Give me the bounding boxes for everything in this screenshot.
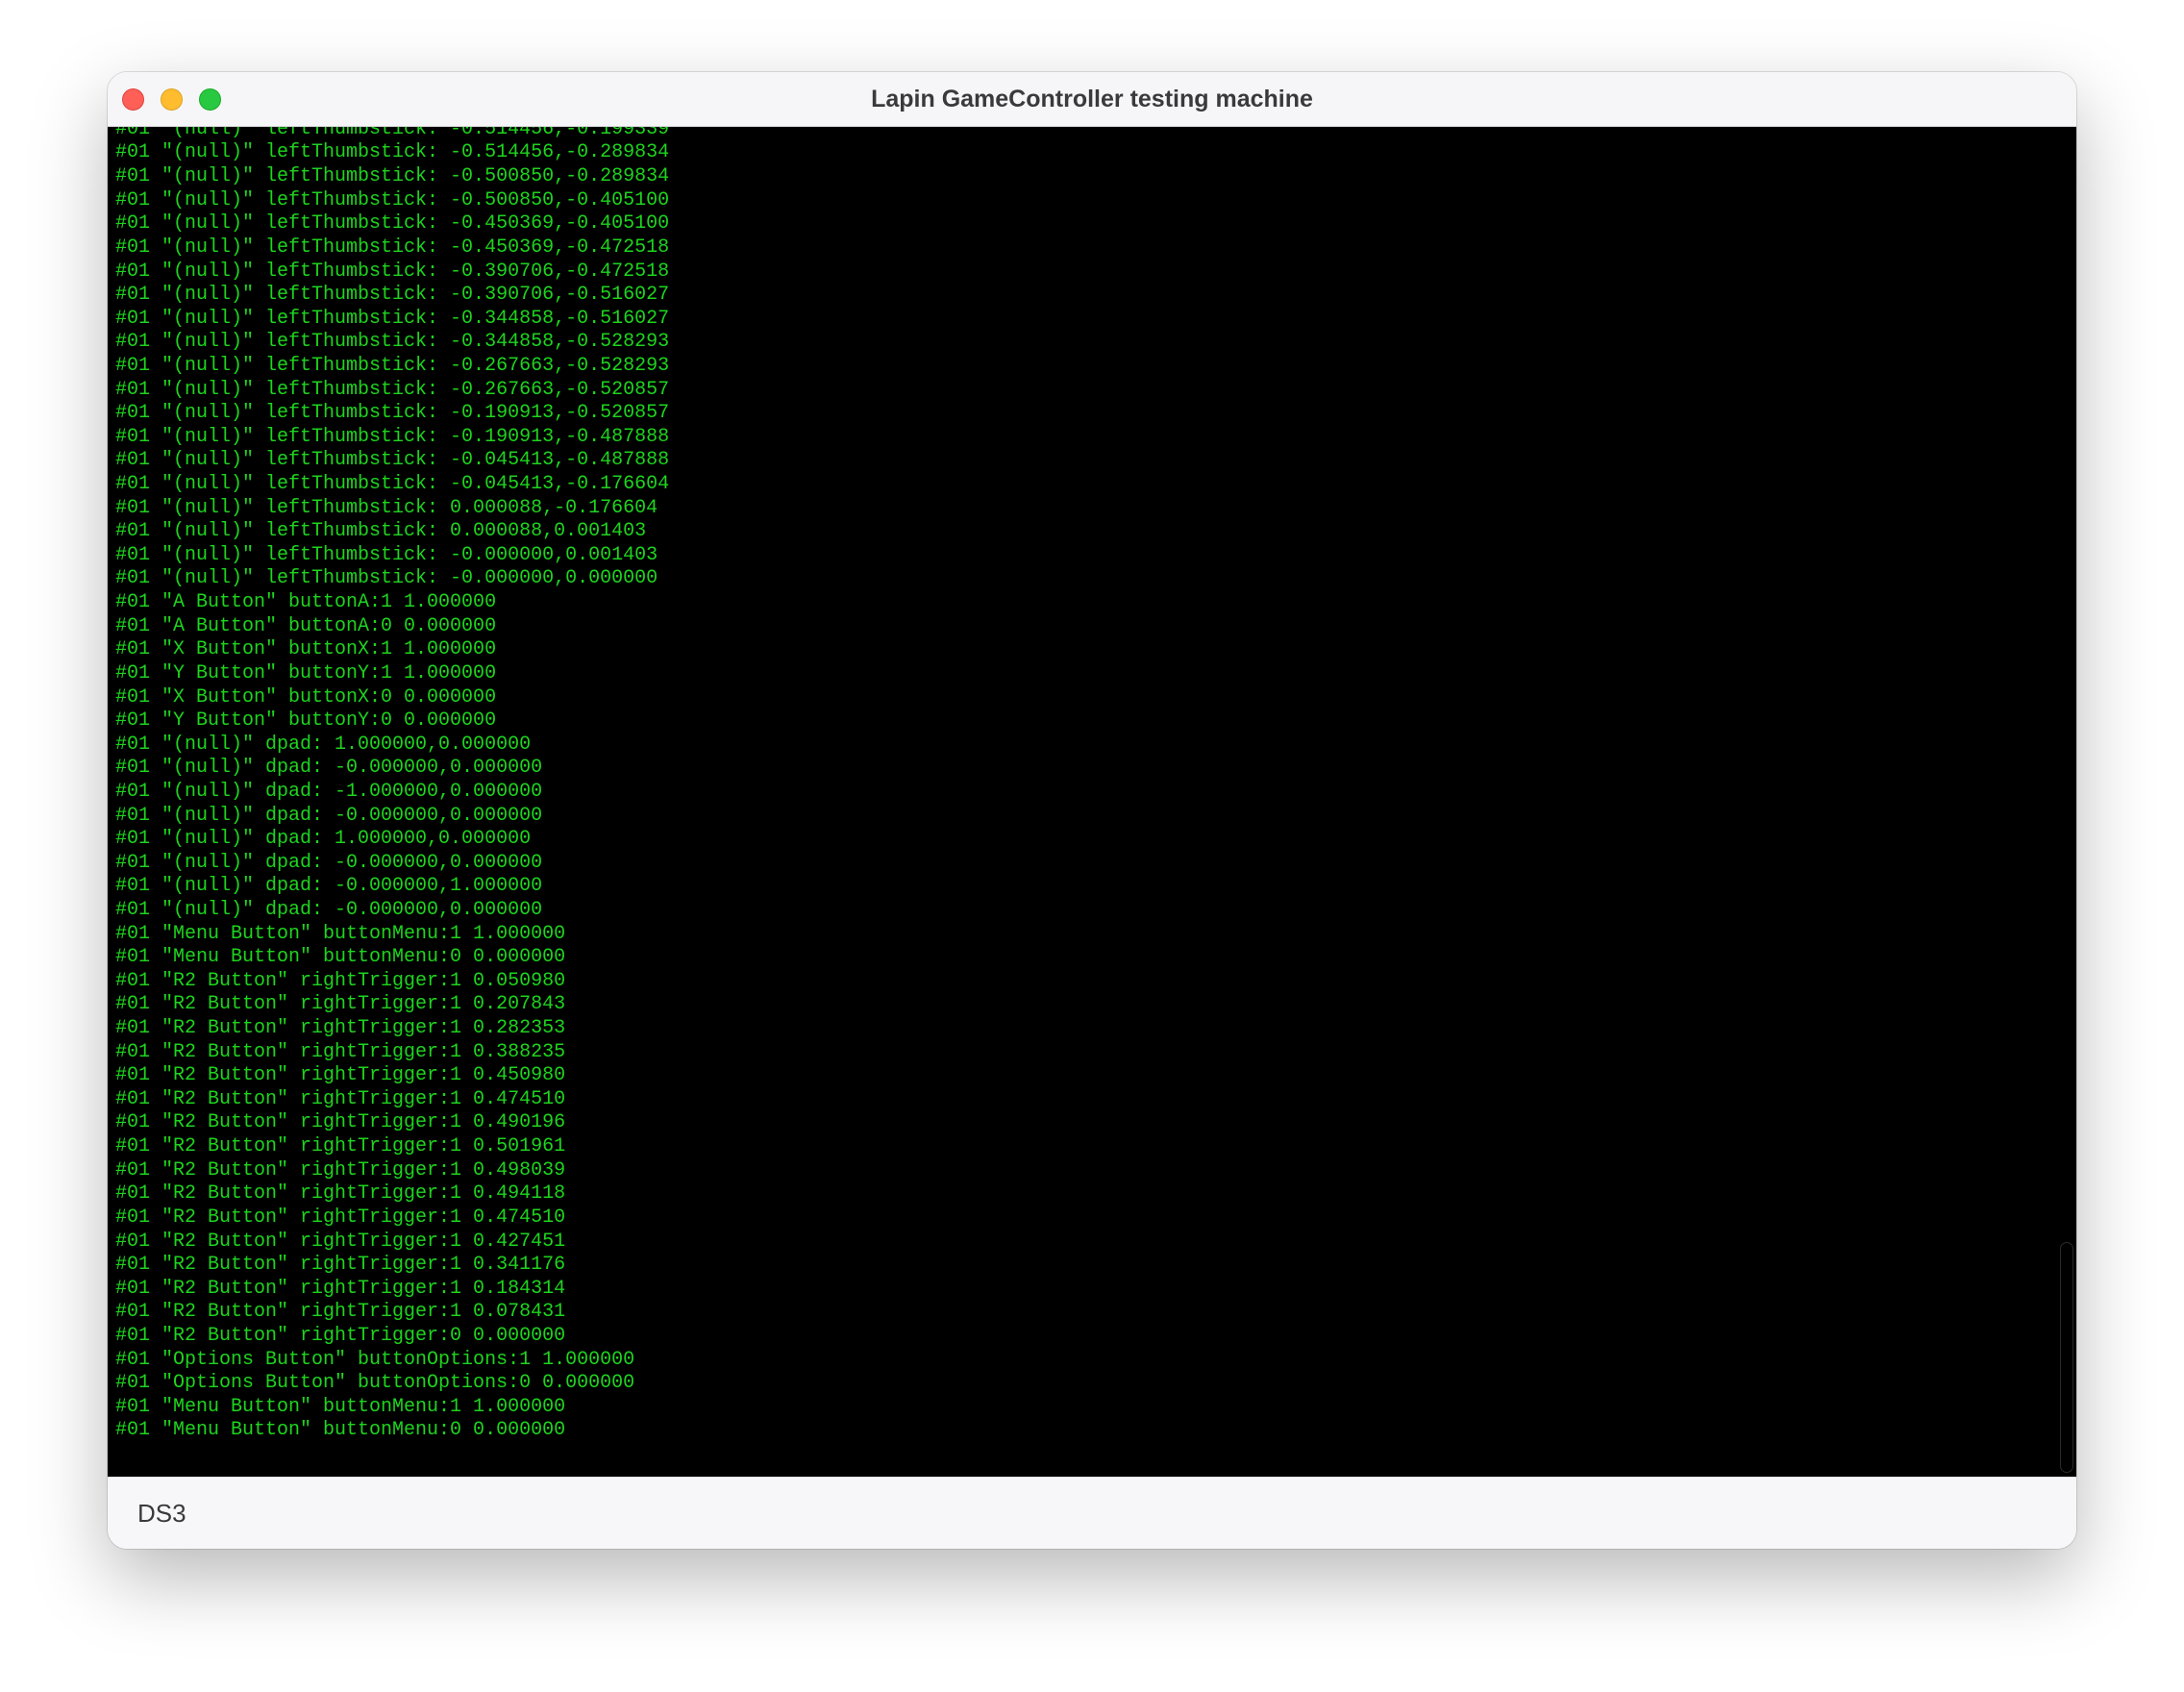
log-line: #01 "Menu Button" buttonMenu:1 1.000000 (115, 1395, 566, 1418)
log-line: #01 "(null)" leftThumbstick: -0.514456,-… (115, 127, 670, 140)
log-line: #01 "R2 Button" rightTrigger:1 0.498039 (115, 1158, 566, 1182)
log-line: #01 "(null)" dpad: -0.000000,0.000000 (115, 757, 543, 780)
app-window: Lapin GameController testing machine #01… (108, 72, 2076, 1549)
log-line: #01 "R2 Button" rightTrigger:1 0.490196 (115, 1111, 566, 1134)
log-line: #01 "R2 Button" rightTrigger:1 0.474510 (115, 1206, 566, 1229)
title-bar[interactable]: Lapin GameController testing machine (108, 72, 2076, 127)
log-line: #01 "Y Button" buttonY:1 1.000000 (115, 661, 497, 684)
log-line: #01 "(null)" leftThumbstick: -0.390706,-… (115, 284, 670, 307)
log-line: #01 "(null)" dpad: -0.000000,0.000000 (115, 851, 543, 874)
log-line: #01 "(null)" leftThumbstick: 0.000088,-0… (115, 496, 658, 519)
log-line: #01 "(null)" leftThumbstick: -0.514456,-… (115, 141, 670, 164)
log-line: #01 "(null)" leftThumbstick: -0.450369,-… (115, 236, 670, 259)
status-bar: DS3 (108, 1477, 2076, 1549)
log-line: #01 "X Button" buttonX:0 0.000000 (115, 685, 497, 709)
log-line: #01 "Menu Button" buttonMenu:1 1.000000 (115, 922, 566, 945)
log-line: #01 "R2 Button" rightTrigger:1 0.207843 (115, 993, 566, 1016)
log-line: #01 "(null)" dpad: -0.000000,1.000000 (115, 875, 543, 898)
log-line: #01 "R2 Button" rightTrigger:1 0.450980 (115, 1064, 566, 1087)
log-line: #01 "Menu Button" buttonMenu:0 0.000000 (115, 1419, 566, 1442)
log-line: #01 "(null)" leftThumbstick: -0.000000,0… (115, 543, 658, 566)
log-line: #01 "(null)" leftThumbstick: -0.344858,-… (115, 331, 670, 354)
log-line: #01 "R2 Button" rightTrigger:1 0.388235 (115, 1040, 566, 1063)
log-line: #01 "Y Button" buttonY:0 0.000000 (115, 709, 497, 733)
log-line: #01 "(null)" leftThumbstick: -0.000000,0… (115, 567, 658, 590)
log-line: #01 "R2 Button" rightTrigger:1 0.341176 (115, 1254, 566, 1277)
log-line: #01 "R2 Button" rightTrigger:1 0.474510 (115, 1087, 566, 1110)
log-line: #01 "(null)" dpad: 1.000000,0.000000 (115, 733, 532, 756)
log-line: #01 "(null)" leftThumbstick: -0.267663,-… (115, 354, 670, 377)
event-log: #01 "(null)" leftThumbstick: -0.514456,-… (115, 127, 669, 1443)
log-line: #01 "A Button" buttonA:1 1.000000 (115, 591, 497, 614)
log-line: #01 "(null)" leftThumbstick: -0.045413,-… (115, 449, 670, 472)
log-line: #01 "X Button" buttonX:1 1.000000 (115, 638, 497, 661)
log-line: #01 "(null)" leftThumbstick: -0.500850,-… (115, 165, 670, 188)
log-line: #01 "R2 Button" rightTrigger:1 0.501961 (115, 1135, 566, 1158)
log-line: #01 "(null)" leftThumbstick: -0.450369,-… (115, 212, 670, 236)
log-line: #01 "(null)" leftThumbstick: 0.000088,0.… (115, 520, 647, 543)
log-line: #01 "(null)" leftThumbstick: -0.190913,-… (115, 425, 670, 448)
log-line: #01 "R2 Button" rightTrigger:1 0.184314 (115, 1277, 566, 1300)
log-line: #01 "(null)" leftThumbstick: -0.045413,-… (115, 473, 670, 496)
log-line: #01 "Options Button" buttonOptions:1 1.0… (115, 1348, 635, 1371)
log-line: #01 "R2 Button" rightTrigger:1 0.282353 (115, 1017, 566, 1040)
log-line: #01 "R2 Button" rightTrigger:0 0.000000 (115, 1324, 566, 1347)
log-line: #01 "(null)" dpad: -0.000000,0.000000 (115, 898, 543, 921)
log-line: #01 "R2 Button" rightTrigger:1 0.050980 (115, 969, 566, 992)
log-line: #01 "(null)" leftThumbstick: -0.500850,-… (115, 188, 670, 212)
log-line: #01 "R2 Button" rightTrigger:1 0.427451 (115, 1230, 566, 1253)
log-line: #01 "R2 Button" rightTrigger:1 0.078431 (115, 1301, 566, 1324)
console-output[interactable]: #01 "(null)" leftThumbstick: -0.514456,-… (108, 127, 2076, 1477)
log-line: #01 "Options Button" buttonOptions:0 0.0… (115, 1372, 635, 1395)
log-line: #01 "(null)" leftThumbstick: -0.390706,-… (115, 260, 670, 283)
controller-name: DS3 (137, 1499, 186, 1528)
log-line: #01 "R2 Button" rightTrigger:1 0.494118 (115, 1182, 566, 1206)
log-line: #01 "(null)" dpad: -0.000000,0.000000 (115, 804, 543, 827)
window-title: Lapin GameController testing machine (871, 86, 1313, 112)
log-line: #01 "A Button" buttonA:0 0.000000 (115, 614, 497, 637)
console-scrollbar[interactable] (2060, 1242, 2073, 1473)
log-line: #01 "(null)" leftThumbstick: -0.344858,-… (115, 307, 670, 330)
log-line: #01 "(null)" leftThumbstick: -0.267663,-… (115, 378, 670, 401)
log-line: #01 "Menu Button" buttonMenu:0 0.000000 (115, 946, 566, 969)
log-line: #01 "(null)" leftThumbstick: -0.190913,-… (115, 402, 670, 425)
log-line: #01 "(null)" dpad: 1.000000,0.000000 (115, 828, 532, 851)
log-line: #01 "(null)" dpad: -1.000000,0.000000 (115, 780, 543, 803)
